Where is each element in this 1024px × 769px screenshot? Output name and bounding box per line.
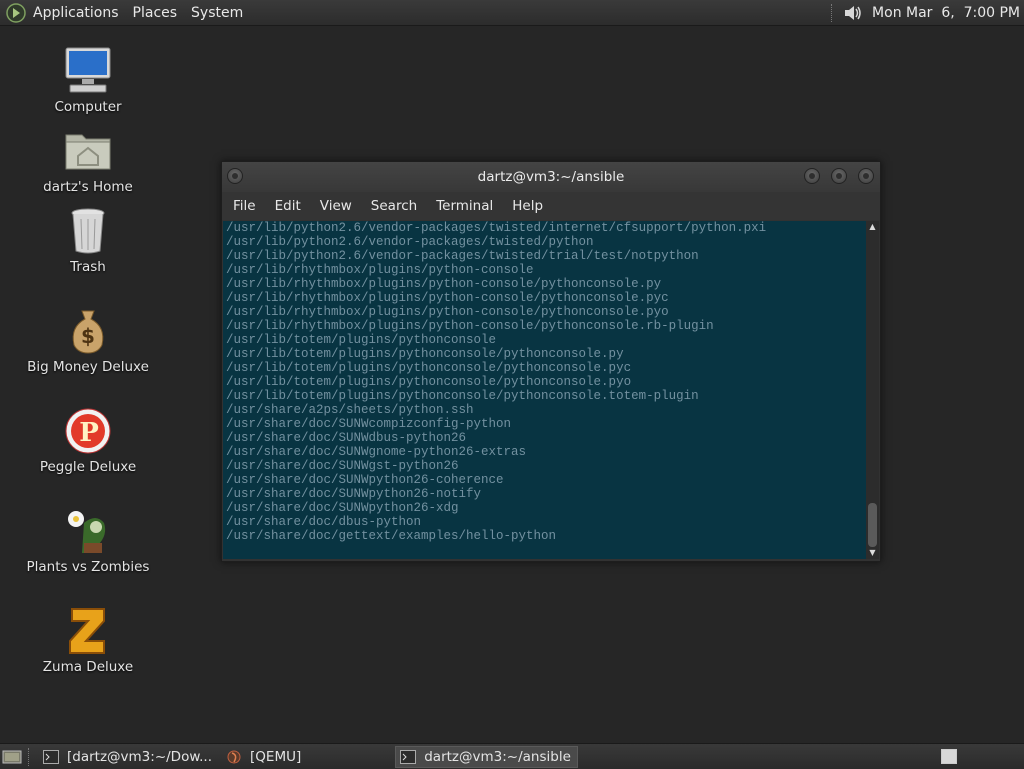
menu-help[interactable]: Help [512, 198, 543, 214]
terminal-line: /usr/lib/totem/plugins/pythonconsole/pyt… [226, 361, 632, 375]
desktop-icon-label: Computer [54, 99, 122, 115]
menu-view[interactable]: View [320, 198, 352, 214]
volume-icon[interactable] [842, 2, 864, 24]
desktop-icon-label: dartz's Home [43, 179, 133, 195]
terminal-line: /usr/lib/rhythmbox/plugins/python-consol… [226, 291, 669, 305]
terminal-line: /usr/lib/rhythmbox/plugins/python-consol… [226, 277, 662, 291]
peggle-icon: P [65, 408, 111, 454]
desktop-icon-label: Plants vs Zombies [26, 559, 150, 575]
qemu-icon [227, 750, 241, 763]
top-panel-tray: Mon Mar 6, 7:00 PM [831, 0, 1024, 25]
scroll-down-arrow-icon[interactable]: ▼ [866, 547, 879, 559]
menu-search[interactable]: Search [371, 198, 417, 214]
terminal-icon [43, 749, 59, 764]
desktop-icon-big-money[interactable]: $ Big Money Deluxe [23, 305, 153, 375]
menu-terminal[interactable]: Terminal [436, 198, 493, 214]
taskbar-item-label: [QEMU] [250, 748, 302, 765]
panel-separator [28, 747, 31, 766]
terminal-line: /usr/share/doc/SUNWpython26-xdg [226, 501, 459, 515]
taskbar-item-label: dartz@vm3:~/ansible [424, 748, 571, 765]
scroll-up-arrow-icon[interactable]: ▲ [866, 221, 879, 233]
applications-logo-icon[interactable] [5, 2, 27, 24]
system-menu[interactable]: System [191, 5, 243, 21]
workspace-switcher[interactable] [941, 749, 957, 764]
title-bar[interactable]: dartz@vm3:~/ansible [222, 162, 880, 192]
terminal-line: /usr/lib/rhythmbox/plugins/python-consol… [226, 305, 669, 319]
desktop-icon-home[interactable]: dartz's Home [23, 125, 153, 195]
minimize-button[interactable] [804, 168, 820, 184]
menu-file[interactable]: File [233, 198, 256, 214]
clock[interactable]: Mon Mar 6, 7:00 PM [872, 5, 1020, 21]
zuma-icon [69, 608, 105, 654]
taskbar-item-ansible-terminal[interactable]: dartz@vm3:~/ansible [395, 745, 578, 768]
svg-text:P: P [79, 418, 99, 448]
money-bag-icon: $ [72, 310, 104, 354]
terminal-line: /usr/lib/python2.6/vendor-packages/twist… [226, 221, 767, 235]
terminal-window[interactable]: dartz@vm3:~/ansible File Edit View Searc… [221, 161, 881, 562]
terminal-line: /usr/lib/rhythmbox/plugins/python-consol… [226, 263, 534, 277]
terminal-line: /usr/lib/rhythmbox/plugins/python-consol… [226, 319, 714, 333]
desktop-icon-trash[interactable]: Trash [23, 205, 153, 275]
terminal-output[interactable]: /usr/lib/python2.6/vendor-packages/twist… [223, 221, 866, 559]
terminal-menubar: File Edit View Search Terminal Help [222, 192, 880, 220]
terminal-line: /usr/share/doc/SUNWpython26-notify [226, 487, 482, 501]
terminal-scrollbar[interactable]: ▲ ▼ [866, 221, 879, 559]
menu-edit[interactable]: Edit [275, 198, 301, 214]
terminal-line: /usr/share/doc/gettext/examples/hello-py… [226, 529, 557, 543]
desktop-icon-label: Zuma Deluxe [42, 659, 134, 675]
taskbar-item-label: [dartz@vm3:~/Dow... [67, 748, 213, 765]
terminal-line: /usr/lib/totem/plugins/pythonconsole/pyt… [226, 389, 699, 403]
panel-separator [831, 3, 834, 22]
terminal-line: /usr/share/doc/SUNWpython26-coherence [226, 473, 504, 487]
terminal-line: /usr/lib/totem/plugins/pythonconsole [226, 333, 497, 347]
top-panel: Applications Places System Mon Mar 6, 7:… [0, 0, 1024, 26]
window-title: dartz@vm3:~/ansible [477, 169, 625, 185]
terminal-line: /usr/share/doc/SUNWgnome-python26-extras [226, 445, 527, 459]
terminal-line: /usr/lib/python2.6/vendor-packages/twist… [226, 249, 699, 263]
terminal-line: /usr/lib/totem/plugins/pythonconsole/pyt… [226, 375, 632, 389]
maximize-button[interactable] [831, 168, 847, 184]
terminal-line: /usr/lib/totem/plugins/pythonconsole/pyt… [226, 347, 624, 361]
desktop-icon-peggle[interactable]: P Peggle Deluxe [23, 405, 153, 475]
taskbar-item-downloads-terminal[interactable]: [dartz@vm3:~/Dow... [39, 746, 218, 768]
desktop-icon-label: Trash [70, 259, 106, 275]
terminal-line: /usr/lib/python2.6/vendor-packages/twist… [226, 235, 594, 249]
terminal-icon [400, 749, 417, 764]
terminal-line: /usr/share/a2ps/sheets/python.ssh [226, 403, 474, 417]
plants-vs-zombies-icon [68, 511, 106, 553]
taskbar-item-qemu[interactable]: [QEMU] [222, 746, 307, 768]
terminal-line: /usr/share/doc/dbus-python [226, 515, 422, 529]
desktop-icon-label: Big Money Deluxe [27, 359, 149, 375]
scrollbar-thumb[interactable] [868, 503, 877, 547]
places-menu[interactable]: Places [133, 5, 178, 21]
desktop-icon-computer[interactable]: Computer [23, 45, 153, 115]
applications-menu[interactable]: Applications [33, 5, 119, 21]
show-desktop-icon[interactable] [2, 749, 22, 765]
close-button[interactable] [858, 168, 874, 184]
desktop-icon-zuma[interactable]: Zuma Deluxe [23, 605, 153, 675]
desktop-icon-label: Peggle Deluxe [39, 459, 137, 475]
terminal-line: /usr/share/doc/SUNWdbus-python26 [226, 431, 467, 445]
desktop-icon-plants-vs-zombies[interactable]: Plants vs Zombies [23, 505, 153, 575]
svg-text:$: $ [81, 324, 95, 348]
terminal-line: /usr/share/doc/SUNWcompizconfig-python [226, 417, 512, 431]
home-folder-icon [65, 134, 111, 170]
trash-icon [71, 208, 105, 254]
terminal-line: /usr/share/doc/SUNWgst-python26 [226, 459, 459, 473]
bottom-panel: [dartz@vm3:~/Dow... [QEMU] dartz@vm3:~/a… [0, 743, 1024, 769]
computer-icon [65, 47, 111, 93]
